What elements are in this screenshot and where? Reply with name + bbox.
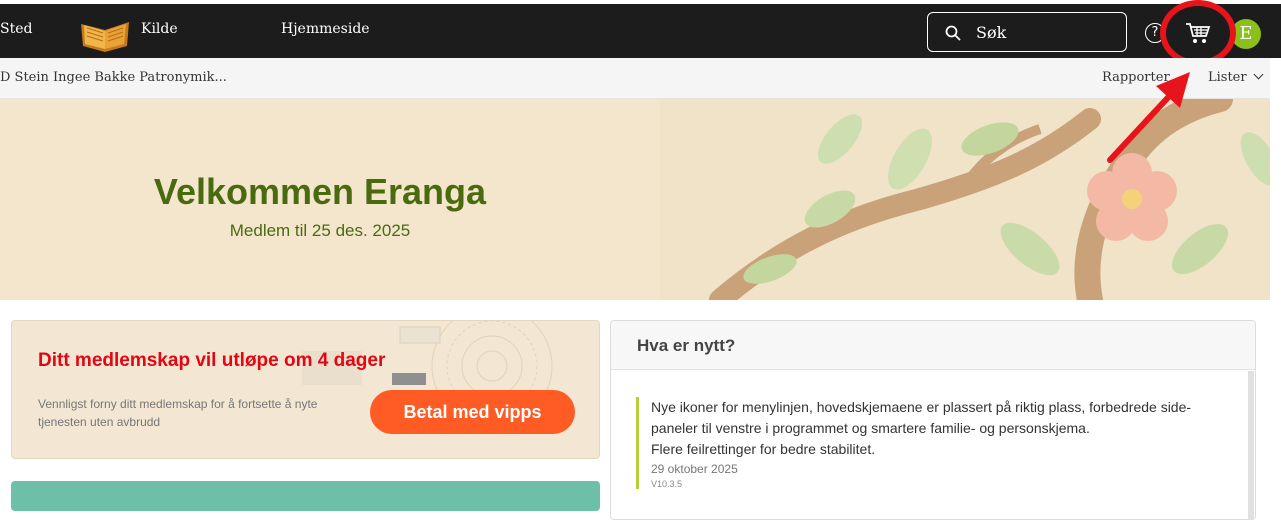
top-navigation-bar: Sted Kilde Hjemmeside ? E bbox=[0, 0, 1281, 58]
nav-source[interactable]: Kilde bbox=[141, 21, 178, 37]
whats-new-panel: Hva er nytt? Nye ikoner for menylinjen, … bbox=[610, 320, 1256, 520]
news-item: Nye ikoner for menylinjen, hovedskjemaen… bbox=[636, 397, 1236, 489]
arrow-annotation bbox=[1107, 72, 1190, 163]
news-version: V10.3.5 bbox=[651, 479, 683, 489]
lists-menu[interactable]: Lister bbox=[1208, 69, 1264, 85]
whats-new-title: Hva er nytt? bbox=[637, 336, 736, 355]
news-line-3: Flere feilrettinger for bedre stabilitet… bbox=[651, 441, 876, 457]
chevron-down-icon bbox=[1253, 69, 1264, 80]
sub-toolbar: D Stein Ingee Bakke Patronymik... Rappor… bbox=[0, 58, 1281, 99]
search-icon bbox=[945, 25, 961, 41]
search-box[interactable] bbox=[927, 12, 1127, 52]
news-scrollbar[interactable] bbox=[1248, 371, 1254, 519]
renew-text: Vennligst forny ditt medlemskap for å fo… bbox=[38, 397, 318, 429]
highlight-circle bbox=[1160, 0, 1236, 66]
welcome-title: Velkommen Eranga bbox=[153, 171, 487, 212]
pay-vipps-button[interactable]: Betal med vipps bbox=[370, 390, 575, 434]
nav-home[interactable]: Hjemmeside bbox=[281, 21, 370, 37]
welcome-banner: Velkommen Eranga Medlem til 25 des. 2025 bbox=[0, 99, 1281, 300]
promo-panel bbox=[11, 481, 600, 511]
membership-until: Medlem til 25 des. 2025 bbox=[229, 221, 411, 240]
lists-label: Lister bbox=[1208, 70, 1247, 85]
nav-place[interactable]: Sted bbox=[0, 21, 32, 37]
news-line-2: paneler til venstre i programmet og smar… bbox=[651, 420, 1090, 436]
page-scrollbar[interactable] bbox=[1270, 58, 1281, 501]
book-icon[interactable] bbox=[77, 14, 133, 54]
breadcrumb[interactable]: D Stein Ingee Bakke Patronymik... bbox=[0, 70, 227, 85]
membership-panel: Ditt medlemskap vil utløpe om 4 dager Ve… bbox=[11, 320, 600, 459]
search-input[interactable] bbox=[976, 21, 1116, 43]
news-line-1: Nye ikoner for menylinjen, hovedskjemaen… bbox=[651, 399, 1192, 415]
expiry-warning: Ditt medlemskap vil utløpe om 4 dager bbox=[38, 350, 386, 371]
whats-new-header: Hva er nytt? bbox=[611, 321, 1255, 370]
news-date: 29 oktober 2025 bbox=[651, 462, 738, 476]
